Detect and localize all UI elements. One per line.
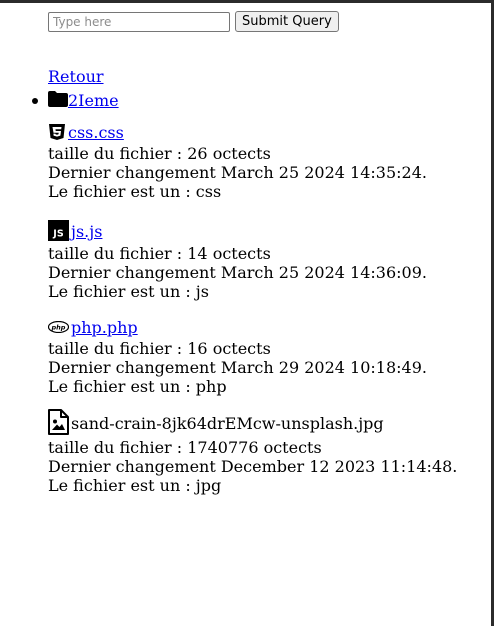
file-type: Le fichier est un : css <box>48 182 222 201</box>
back-link[interactable]: Retour <box>48 66 488 88</box>
folder-icon <box>48 91 68 107</box>
file-name-jpg: sand-crain-8jk64drEMcw-unsplash.jpg <box>71 414 384 433</box>
file-size: taille du fichier : 16 octects <box>48 339 271 358</box>
file-link-css[interactable]: css.css <box>68 122 124 144</box>
js-icon: JS <box>48 220 69 241</box>
file-entry-js: JS js.js taille du fichier : 14 octects … <box>48 219 488 301</box>
file-entry-jpg: sand-crain-8jk64drEMcw-unsplash.jpg tail… <box>48 409 488 495</box>
file-entry-php: php php.php taille du fichier : 16 octec… <box>48 317 488 396</box>
svg-text:php: php <box>51 324 66 332</box>
file-modified: Dernier changement March 25 2024 14:36:0… <box>48 263 427 282</box>
file-listing: Retour 2Ieme css.css taille du fichier :… <box>32 66 488 495</box>
list-bullet <box>32 98 38 104</box>
image-file-icon <box>48 409 69 435</box>
file-link-php[interactable]: php.php <box>71 317 138 339</box>
file-type: Le fichier est un : php <box>48 377 227 396</box>
file-type: Le fichier est un : jpg <box>48 476 222 495</box>
file-size: taille du fichier : 14 octects <box>48 244 271 263</box>
folder-link-2ieme[interactable]: 2Ieme <box>68 91 119 110</box>
submit-query-button[interactable]: Submit Query <box>235 11 339 32</box>
file-entry-css: css.css taille du fichier : 26 octects D… <box>48 122 488 201</box>
file-modified: Dernier changement March 29 2024 10:18:4… <box>48 358 427 377</box>
search-form: Submit Query <box>48 11 339 32</box>
file-modified: Dernier changement December 12 2023 11:1… <box>48 457 458 476</box>
css3-icon <box>49 124 65 140</box>
file-link-js[interactable]: js.js <box>71 219 102 244</box>
window-top-border <box>0 0 494 3</box>
file-type: Le fichier est un : js <box>48 282 209 301</box>
php-icon: php <box>48 321 69 333</box>
folder-item: 2Ieme <box>32 90 488 112</box>
file-size: taille du fichier : 1740776 octects <box>48 438 322 457</box>
svg-text:JS: JS <box>52 229 64 240</box>
file-modified: Dernier changement March 25 2024 14:35:2… <box>48 163 427 182</box>
search-input[interactable] <box>48 11 230 32</box>
file-size: taille du fichier : 26 octects <box>48 144 271 163</box>
